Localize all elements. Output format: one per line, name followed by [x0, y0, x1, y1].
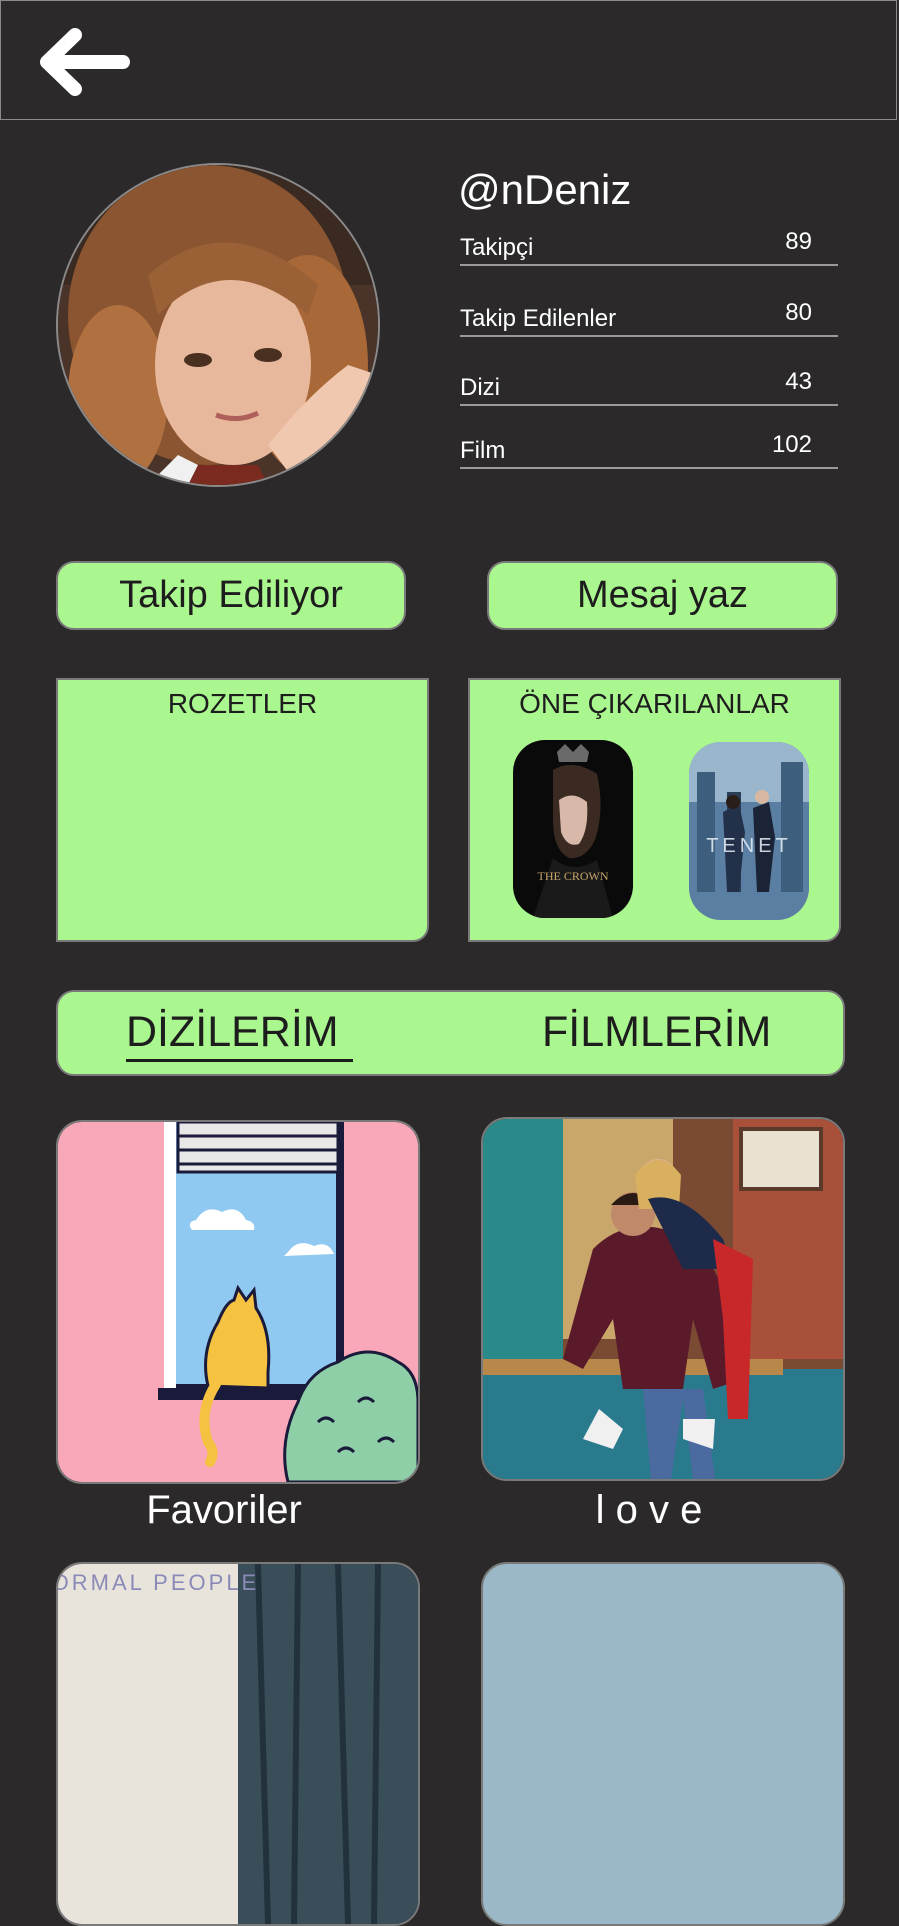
- stat-series[interactable]: Dizi 43: [460, 368, 838, 406]
- poster-image: THE CROWN: [513, 740, 633, 918]
- following-button[interactable]: Takip Ediliyor: [56, 561, 406, 630]
- poster-image: TENET: [689, 742, 809, 920]
- list-card-partial-2[interactable]: [481, 1562, 845, 1926]
- stat-followers[interactable]: Takipçi 89: [460, 228, 838, 266]
- card-image: [483, 1119, 843, 1479]
- list-card-favorites[interactable]: [56, 1120, 420, 1484]
- tab-films[interactable]: FİLMLERİM: [542, 1008, 771, 1057]
- poster-title: THE CROWN: [538, 869, 609, 883]
- list-card-label: l o v e: [595, 1488, 703, 1532]
- arrow-left-icon: [40, 28, 130, 96]
- highlights-title: ÖNE ÇIKARILANLAR: [519, 688, 790, 719]
- stat-value: 43: [785, 368, 812, 395]
- stat-value: 89: [785, 228, 812, 255]
- highlights-panel: ÖNE ÇIKARILANLAR THE CROWN TENET: [468, 678, 841, 942]
- profile-avatar[interactable]: [56, 163, 380, 487]
- message-button[interactable]: Mesaj yaz: [487, 561, 838, 630]
- card-image: [58, 1122, 418, 1482]
- stat-label: Takipçi: [460, 234, 534, 261]
- badges-panel: ROZETLER: [56, 678, 429, 942]
- stat-films[interactable]: Film 102: [460, 431, 838, 469]
- back-button[interactable]: [35, 25, 131, 101]
- list-card-partial-1[interactable]: NORMAL PEOPLE: [56, 1562, 420, 1926]
- stat-label: Dizi: [460, 374, 500, 401]
- username: @nDeniz: [458, 166, 632, 213]
- stat-label: Takip Edilenler: [460, 305, 617, 332]
- highlight-poster-tenet[interactable]: TENET: [689, 742, 809, 920]
- poster-title: TENET: [706, 835, 792, 857]
- badges-title: ROZETLER: [167, 688, 318, 719]
- card-poster-title: NORMAL PEOPLE: [58, 1570, 259, 1595]
- list-tabs: DİZİLERİM FİLMLERİM: [56, 990, 845, 1076]
- stat-value: 80: [785, 299, 812, 326]
- tab-series[interactable]: DİZİLERİM: [126, 1008, 353, 1062]
- list-card-love[interactable]: [481, 1117, 845, 1481]
- stat-value: 102: [771, 431, 812, 458]
- highlight-poster-the-crown[interactable]: THE CROWN: [513, 740, 633, 918]
- card-image: NORMAL PEOPLE: [58, 1564, 418, 1924]
- top-bar: [0, 0, 897, 120]
- stat-following[interactable]: Takip Edilenler 80: [460, 299, 838, 337]
- stat-label: Film: [460, 437, 506, 464]
- avatar-image: [58, 165, 378, 485]
- list-card-label: Favoriler: [146, 1488, 302, 1532]
